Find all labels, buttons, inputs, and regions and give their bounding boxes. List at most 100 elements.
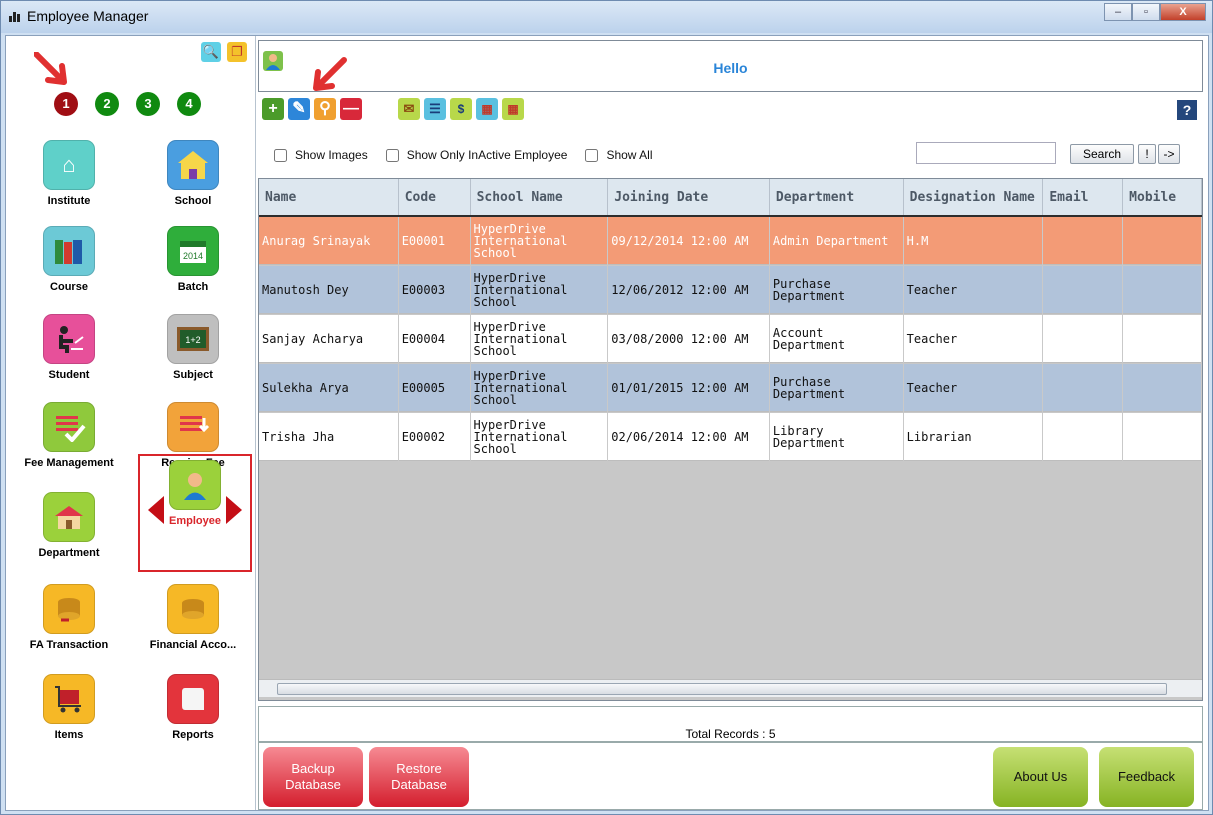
tile-items[interactable]: Items (14, 674, 124, 741)
restore-database-button[interactable]: Restore Database (369, 747, 469, 807)
cell-name: Trisha Jha (259, 413, 399, 461)
tile-label: Reports (172, 729, 214, 741)
employee-icon (169, 460, 221, 510)
cell-designation: Librarian (904, 413, 1044, 461)
tile-employee[interactable]: Employee (140, 460, 250, 527)
tile-fee-management[interactable]: Fee Management (14, 402, 124, 469)
next-button[interactable]: -> (1158, 144, 1180, 164)
maximize-button[interactable]: ▫ (1132, 3, 1160, 21)
help-icon[interactable]: ? (1177, 100, 1197, 120)
minimize-button[interactable]: ‒ (1104, 3, 1132, 21)
col-name[interactable]: Name (259, 179, 399, 215)
cell-name: Sulekha Arya (259, 364, 399, 412)
department-icon (43, 492, 95, 542)
message-icon[interactable]: ☰ (424, 98, 446, 120)
col-mobile[interactable]: Mobile (1123, 179, 1202, 215)
fa-transaction-icon (43, 584, 95, 634)
house-icon: ⌂ (43, 140, 95, 190)
toolbar: + ✎ ⚲ — ✉ ☰ $ ▦ ▦ ? Show Images Show Onl… (258, 57, 1203, 186)
scrollbar-thumb[interactable] (277, 683, 1167, 695)
show-all-checkbox[interactable] (585, 148, 599, 162)
cell-school: HyperDrive International School (471, 315, 609, 363)
salary-icon[interactable]: $ (450, 98, 472, 120)
tile-department[interactable]: Department (14, 492, 124, 559)
add-icon[interactable]: + (262, 98, 284, 120)
tile-financial-account[interactable]: Financial Acco... (138, 584, 248, 651)
tile-batch[interactable]: 2014 Batch (138, 226, 248, 293)
cell-code: E00001 (399, 217, 471, 265)
cell-mobile (1123, 217, 1202, 265)
backup-database-button[interactable]: Backup Database (263, 747, 363, 807)
cell-email (1043, 315, 1124, 363)
table-row[interactable]: Trisha Jha E00002 HyperDrive Internation… (259, 413, 1202, 461)
col-code[interactable]: Code (399, 179, 471, 215)
edit-icon[interactable]: ✎ (288, 98, 310, 120)
col-school[interactable]: School Name (471, 179, 609, 215)
about-us-button[interactable]: About Us (993, 747, 1088, 807)
header-bar: Hello (258, 40, 1203, 92)
cell-email (1043, 266, 1124, 314)
search-button[interactable]: Search (1070, 144, 1134, 164)
tile-institute[interactable]: ⌂ Institute (14, 140, 124, 207)
col-designation[interactable]: Designation Name (904, 179, 1044, 215)
tile-course[interactable]: Course (14, 226, 124, 293)
cell-mobile (1123, 315, 1202, 363)
red-arrow-icon (34, 52, 67, 85)
table-row[interactable]: Anurag Srinayak E00001 HyperDrive Intern… (259, 217, 1202, 265)
cell-joining: 12/06/2012 12:00 AM (608, 266, 770, 314)
tile-label: Department (38, 547, 100, 559)
tile-student[interactable]: Student (14, 314, 124, 381)
tile-fa-transaction[interactable]: FA Transaction (14, 584, 124, 651)
student-icon (43, 314, 95, 364)
cell-department: Admin Department (770, 217, 904, 265)
search-input[interactable] (916, 142, 1056, 164)
delete-icon[interactable]: — (340, 98, 362, 120)
show-inactive-checkbox[interactable] (385, 148, 399, 162)
tile-school[interactable]: School (138, 140, 248, 207)
cell-code: E00003 (399, 266, 471, 314)
feedback-button[interactable]: Feedback (1099, 747, 1194, 807)
col-department[interactable]: Department (770, 179, 904, 215)
table-row[interactable]: Sanjay Acharya E00004 HyperDrive Interna… (259, 315, 1202, 363)
client-area: 🔍 ❐ 1 2 3 4 ⌂ Institute School Course 201… (5, 35, 1209, 811)
fee-icon (43, 402, 95, 452)
filter-row: Show Images Show Only InActive Employee … (274, 148, 666, 162)
tile-reports[interactable]: Reports (138, 674, 248, 741)
cell-school: HyperDrive International School (471, 217, 609, 265)
page-3-button[interactable]: 3 (136, 92, 160, 116)
total-records-bar: Total Records : 5 (258, 706, 1203, 742)
red-arrow-icon (313, 57, 347, 91)
search-record-icon[interactable]: ⚲ (314, 98, 336, 120)
col-email[interactable]: Email (1043, 179, 1124, 215)
show-inactive-label: Show Only InActive Employee (406, 148, 568, 162)
cell-code: E00005 (399, 364, 471, 412)
table-row[interactable]: Manutosh Dey E00003 HyperDrive Internati… (259, 266, 1202, 314)
table-row[interactable]: Sulekha Arya E00005 HyperDrive Internati… (259, 364, 1202, 412)
tile-subject[interactable]: 1+2 Subject (138, 314, 248, 381)
exclaim-button[interactable]: ! (1138, 144, 1156, 164)
horizontal-scrollbar[interactable] (259, 679, 1202, 697)
tile-label: Institute (47, 195, 91, 207)
cell-designation: H.M (904, 217, 1044, 265)
page-4-button[interactable]: 4 (177, 92, 201, 116)
receive-fee-icon (167, 402, 219, 452)
windows-icon[interactable]: ❐ (227, 42, 247, 62)
close-button[interactable]: X (1160, 3, 1206, 21)
greeting-text: Hello (713, 60, 748, 76)
employee-grid: Name Code School Name Joining Date Depar… (258, 178, 1203, 701)
tile-label: Student (48, 369, 90, 381)
page-selector: 1 2 3 4 (54, 92, 201, 116)
page-2-button[interactable]: 2 (95, 92, 119, 116)
export-icon[interactable]: ▦ (502, 98, 524, 120)
grid-header: Name Code School Name Joining Date Depar… (259, 179, 1202, 217)
import-icon[interactable]: ▦ (476, 98, 498, 120)
cell-department: Library Department (770, 413, 904, 461)
cell-school: HyperDrive International School (471, 364, 609, 412)
cell-name: Sanjay Acharya (259, 315, 399, 363)
mail-icon[interactable]: ✉ (398, 98, 420, 120)
show-images-checkbox[interactable] (274, 148, 287, 162)
search-icon[interactable]: 🔍 (201, 42, 221, 62)
page-1-button[interactable]: 1 (54, 92, 78, 116)
col-joining[interactable]: Joining Date (608, 179, 770, 215)
selected-tile-employee[interactable]: Employee (138, 454, 252, 572)
